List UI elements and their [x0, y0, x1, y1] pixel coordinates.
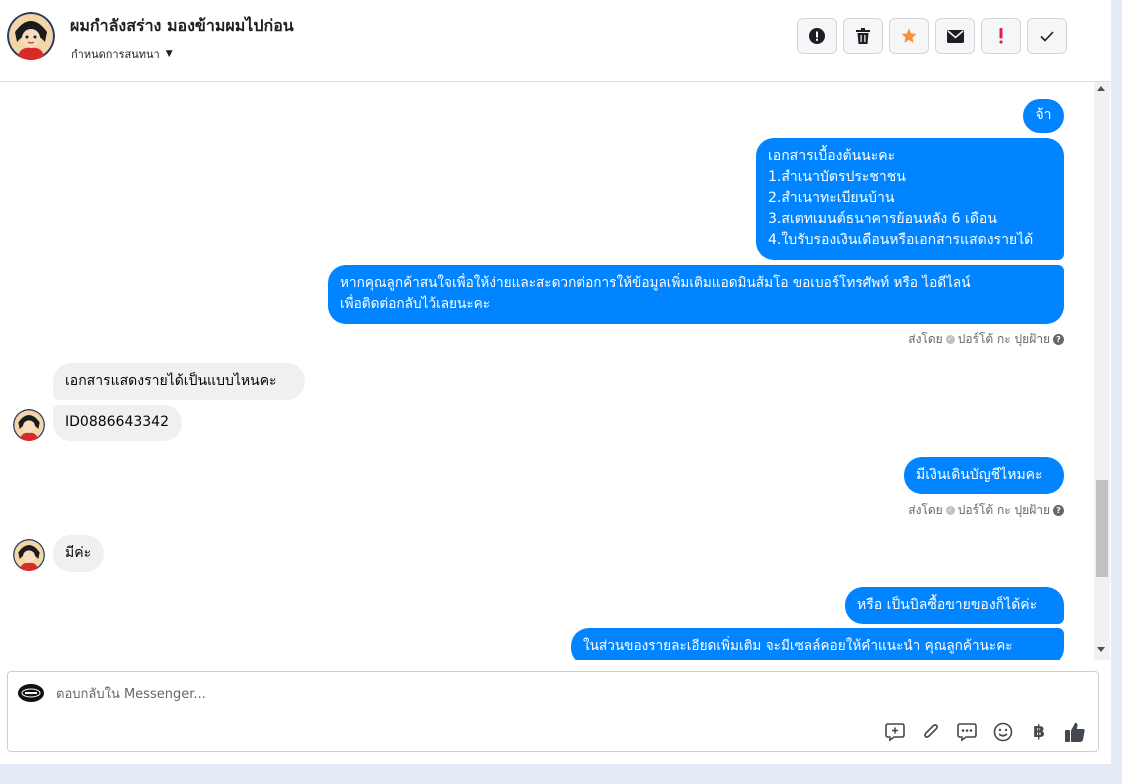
spam-button[interactable] — [797, 18, 837, 54]
message-line: เอกสารเบื้องต้นนะคะ — [768, 148, 896, 164]
outgoing-message: มีเงินเดินบัญชีไหมคะ — [904, 457, 1064, 494]
message-line: หากคุณลูกค้าสนใจเพื่อให้ง่ายและสะดวกต่อก… — [340, 275, 971, 291]
outgoing-message: ในส่วนของรายละเอียดเพิ่มเติม จะมีเซลล์คอ… — [571, 628, 1064, 660]
incoming-message: มีค่ะ — [53, 535, 104, 572]
composer-tools: ฿ — [884, 721, 1086, 743]
contact-avatar-small[interactable] — [13, 539, 45, 571]
alert-exclamation-icon — [999, 28, 1003, 44]
contact-name: ผมกำลังสร่าง มองข้ามผมไปก่อน — [70, 16, 294, 35]
incoming-message: ID0886643342 — [53, 405, 182, 441]
assign-conversation-label: กำหนดการสนทนา — [71, 48, 160, 61]
trash-icon — [856, 28, 870, 44]
sent-by-name: ปอร์โต้ กะ ปุยฝ้าย — [957, 503, 1050, 517]
thumbs-up-icon — [1065, 722, 1085, 742]
checkmark-icon — [1040, 30, 1054, 42]
chat-dots-icon — [957, 723, 977, 742]
verified-icon: ✓ — [945, 506, 955, 515]
conversation-header: ผมกำลังสร่าง มองข้ามผมไปก่อน กำหนดการสนท… — [0, 0, 1111, 82]
help-icon[interactable]: ? — [1053, 505, 1064, 516]
conversation-panel: ผมกำลังสร่าง มองข้ามผมไปก่อน กำหนดการสนท… — [0, 0, 1111, 764]
like-button[interactable] — [1064, 721, 1086, 743]
paperclip-icon — [924, 724, 938, 738]
caret-down-icon: ▼ — [165, 49, 173, 59]
payment-button[interactable]: ฿ — [1028, 721, 1050, 743]
message-line: 2.สำเนาทะเบียนบ้าน — [768, 190, 895, 206]
envelope-icon — [946, 29, 964, 43]
baht-icon: ฿ — [1033, 722, 1045, 742]
message-line: 4.ใบรับรองเงินเดือนหรือเอกสารแสดงรายได้ — [768, 232, 1034, 248]
contact-avatar-small[interactable] — [13, 409, 45, 441]
reply-input[interactable] — [56, 682, 956, 706]
assign-conversation-dropdown[interactable]: กำหนดการสนทนา ▼ — [71, 45, 173, 63]
outgoing-message: หากคุณลูกค้าสนใจเพื่อให้ง่ายและสะดวกต่อก… — [328, 265, 1064, 324]
star-icon — [901, 28, 917, 43]
message-line: เพื่อติดต่อกลับไว้เลยนะคะ — [340, 296, 491, 312]
sent-by-info: ส่งโดย ✓ ปอร์โต้ กะ ปุยฝ้าย ? — [908, 330, 1064, 349]
contact-avatar[interactable] — [7, 12, 55, 60]
sent-by-name: ปอร์โต้ กะ ปุยฝ้าย — [957, 332, 1050, 346]
verified-icon: ✓ — [945, 335, 955, 344]
star-button[interactable] — [889, 18, 929, 54]
message-list[interactable]: จ้า เอกสารเบื้องต้นนะคะ 1.สำเนาบัตรประชา… — [0, 82, 1094, 660]
message-line: 3.สเตทเมนต์ธนาคารย้อนหลัง 6 เดือน — [768, 211, 997, 227]
attach-button[interactable] — [920, 721, 942, 743]
exclamation-circle-icon — [809, 28, 825, 44]
sent-by-prefix: ส่งโดย — [908, 332, 943, 346]
header-actions — [797, 18, 1067, 54]
reply-composer: ฿ — [7, 671, 1099, 752]
scroll-up-arrow-icon[interactable] — [1097, 86, 1105, 91]
help-icon[interactable]: ? — [1053, 334, 1064, 345]
incoming-message: เอกสารแสดงรายได้เป็นแบบไหนคะ — [53, 363, 305, 400]
sent-by-info: ส่งโดย ✓ ปอร์โต้ กะ ปุยฝ้าย ? — [908, 501, 1064, 520]
mark-important-button[interactable] — [981, 18, 1021, 54]
mark-done-button[interactable] — [1027, 18, 1067, 54]
sent-by-prefix: ส่งโดย — [908, 503, 943, 517]
outgoing-message: หรือ เป็นบิลซื้อขายของก็ได้ค่ะ — [845, 587, 1064, 624]
delete-button[interactable] — [843, 18, 883, 54]
scroll-down-arrow-icon[interactable] — [1097, 647, 1105, 652]
emoji-button[interactable] — [992, 721, 1014, 743]
saved-replies-button[interactable] — [884, 721, 906, 743]
message-line: 1.สำเนาบัตรประชาชน — [768, 169, 906, 185]
page-logo-icon — [18, 684, 44, 702]
message-plus-icon — [885, 723, 905, 742]
outgoing-message: เอกสารเบื้องต้นนะคะ 1.สำเนาบัตรประชาชน 2… — [756, 138, 1064, 260]
mark-unread-button[interactable] — [935, 18, 975, 54]
quick-replies-button[interactable] — [956, 721, 978, 743]
scrollbar-thumb[interactable] — [1096, 480, 1108, 577]
outgoing-message: จ้า — [1023, 99, 1064, 133]
smiley-icon — [993, 722, 1013, 742]
